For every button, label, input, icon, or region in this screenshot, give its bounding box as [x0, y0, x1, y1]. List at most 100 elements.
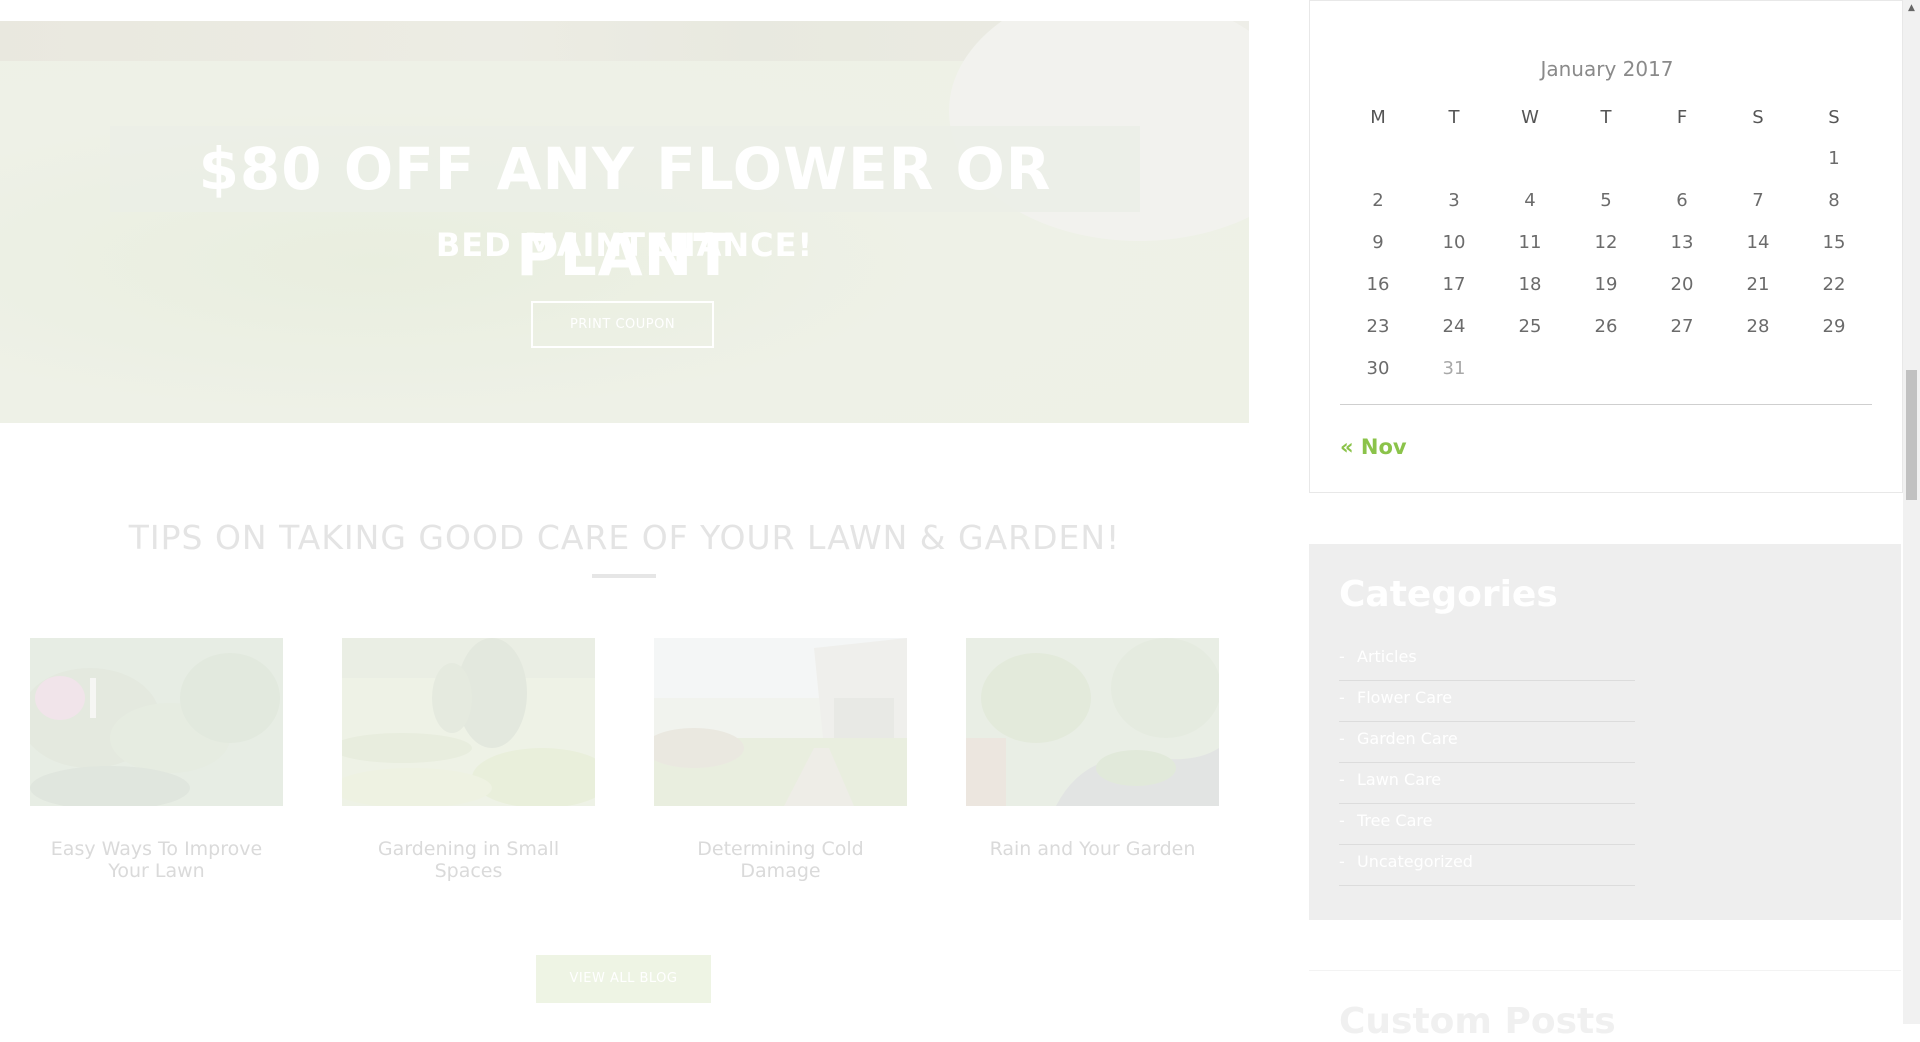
calendar-table: M T W T F S S 1 2 3 4 5 6 7 8 9 10 11 12…	[1340, 97, 1872, 389]
calendar-day	[1644, 347, 1720, 389]
blog-title[interactable]: Determining Cold Damage	[654, 838, 907, 882]
weekday-header: S	[1752, 106, 1764, 128]
calendar-day: 5	[1600, 189, 1612, 211]
category-item[interactable]: - Lawn Care	[1339, 763, 1635, 804]
blog-card[interactable]: Gardening in Small Spaces	[342, 638, 595, 882]
category-link[interactable]: Tree Care	[1357, 811, 1432, 830]
calendar-day: 31	[1442, 357, 1466, 379]
category-item[interactable]: - Tree Care	[1339, 804, 1635, 845]
scroll-up-arrow-icon[interactable]: ▲	[1903, 0, 1920, 16]
calendar-day	[1796, 347, 1872, 389]
calendar-day: 20	[1670, 273, 1694, 295]
calendar-widget: January 2017 M T W T F S S 1 2 3 4 5 6 7…	[1309, 0, 1903, 493]
calendar-day: 22	[1822, 273, 1846, 295]
calendar-day	[1720, 137, 1796, 179]
calendar-weekday-row: M T W T F S S	[1340, 97, 1872, 137]
bullet-dash-icon: -	[1339, 852, 1345, 871]
hero-subtitle: BED MAINTENANCE!	[435, 226, 814, 264]
calendar-day: 23	[1366, 315, 1390, 337]
blog-card[interactable]: Rain and Your Garden	[966, 638, 1219, 860]
calendar-day: 24	[1442, 315, 1466, 337]
calendar-day: 25	[1518, 315, 1542, 337]
blog-title[interactable]: Gardening in Small Spaces	[342, 838, 595, 882]
calendar-day	[1568, 137, 1644, 179]
category-link[interactable]: Uncategorized	[1357, 852, 1473, 871]
calendar-day: 9	[1372, 231, 1384, 253]
page-scrollbar[interactable]	[1903, 0, 1920, 1024]
category-item[interactable]: - Garden Care	[1339, 722, 1635, 763]
bullet-dash-icon: -	[1339, 770, 1345, 789]
calendar-day: 18	[1518, 273, 1542, 295]
blog-title[interactable]: Easy Ways To Improve Your Lawn	[30, 838, 283, 882]
calendar-day: 13	[1670, 231, 1694, 253]
calendar-day: 12	[1594, 231, 1618, 253]
calendar-day: 1	[1828, 147, 1840, 169]
calendar-day	[1416, 137, 1492, 179]
category-item[interactable]: - Articles	[1339, 640, 1635, 681]
category-link[interactable]: Flower Care	[1357, 688, 1452, 707]
blog-title[interactable]: Rain and Your Garden	[966, 838, 1219, 860]
calendar-day: 10	[1442, 231, 1466, 253]
blog-thumbnail[interactable]	[966, 638, 1219, 806]
calendar-day: 29	[1822, 315, 1846, 337]
tips-section-title: TIPS ON TAKING GOOD CARE OF YOUR LAWN & …	[128, 518, 1121, 557]
main-content: $80 OFF ANY FLOWER OR PLANT BED MAINTENA…	[0, 0, 1249, 1024]
blog-thumbnail[interactable]	[342, 638, 595, 806]
calendar-day: 17	[1442, 273, 1466, 295]
custom-posts-widget: Custom Posts	[1309, 970, 1901, 1042]
print-coupon-button[interactable]: PRINT COUPON	[531, 301, 714, 348]
calendar-day: 7	[1752, 189, 1764, 211]
weekday-header: F	[1676, 106, 1688, 128]
calendar-day: 3	[1448, 189, 1460, 211]
view-all-blog-button[interactable]: VIEW ALL BLOG	[536, 955, 711, 1003]
calendar-day: 4	[1524, 189, 1536, 211]
calendar-day: 30	[1366, 357, 1390, 379]
weekday-header: T	[1448, 106, 1460, 128]
category-link[interactable]: Garden Care	[1357, 729, 1458, 748]
coupon-hero-banner: $80 OFF ANY FLOWER OR PLANT BED MAINTENA…	[0, 21, 1249, 423]
blog-card[interactable]: Determining Cold Damage	[654, 638, 907, 882]
calendar-day: 6	[1676, 189, 1688, 211]
blog-card[interactable]: Easy Ways To Improve Your Lawn	[30, 638, 283, 882]
calendar-day: 27	[1670, 315, 1694, 337]
calendar-day: 2	[1372, 189, 1384, 211]
calendar-day: 26	[1594, 315, 1618, 337]
blog-thumbnail[interactable]	[30, 638, 283, 806]
category-item[interactable]: - Flower Care	[1339, 681, 1635, 722]
tips-title-divider	[592, 574, 656, 578]
blog-thumbnail[interactable]	[654, 638, 907, 806]
bullet-dash-icon: -	[1339, 647, 1345, 666]
calendar-day: 15	[1822, 231, 1846, 253]
calendar-divider	[1340, 404, 1872, 405]
calendar-day	[1492, 137, 1568, 179]
category-item[interactable]: - Uncategorized	[1339, 845, 1635, 886]
bullet-dash-icon: -	[1339, 729, 1345, 748]
calendar-day: 14	[1746, 231, 1770, 253]
weekday-header: M	[1370, 106, 1386, 128]
weekday-header: W	[1521, 106, 1539, 128]
calendar-day	[1492, 347, 1568, 389]
calendar-day	[1720, 347, 1796, 389]
calendar-week-row: 1	[1340, 137, 1872, 179]
weekday-header: T	[1600, 106, 1612, 128]
calendar-day: 19	[1594, 273, 1618, 295]
bullet-dash-icon: -	[1339, 688, 1345, 707]
calendar-week-row: 9 10 11 12 13 14 15	[1340, 221, 1872, 263]
calendar-week-row: 2 3 4 5 6 7 8	[1340, 179, 1872, 221]
calendar-day: 16	[1366, 273, 1390, 295]
categories-list: - Articles - Flower Care - Garden Care - Law…	[1339, 640, 1635, 886]
calendar-week-row: 30 31	[1340, 347, 1872, 389]
categories-title: Categories	[1339, 574, 1558, 615]
custom-posts-title: Custom Posts	[1339, 1001, 1616, 1042]
hero-title: $80 OFF ANY FLOWER OR PLANT	[110, 126, 1140, 289]
calendar-prev-month-link[interactable]: « Nov	[1340, 435, 1407, 459]
category-link[interactable]: Lawn Care	[1357, 770, 1441, 789]
scrollbar-thumb[interactable]	[1906, 370, 1917, 500]
weekday-header: S	[1828, 106, 1840, 128]
calendar-day	[1340, 137, 1416, 179]
category-link[interactable]: Articles	[1357, 647, 1417, 666]
bullet-dash-icon: -	[1339, 811, 1345, 830]
calendar-day: 8	[1828, 189, 1840, 211]
calendar-week-row: 23 24 25 26 27 28 29	[1340, 305, 1872, 347]
calendar-caption: January 2017	[1540, 57, 1674, 81]
